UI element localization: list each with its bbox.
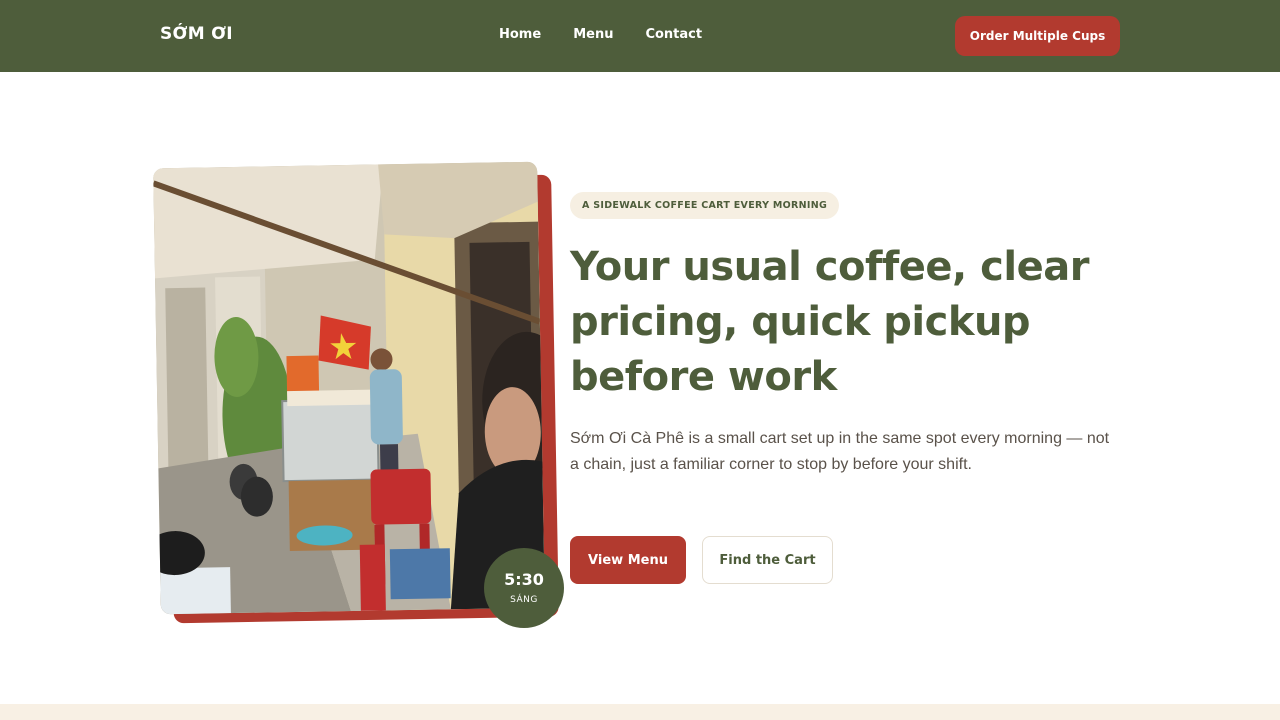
badge-time: 5:30 xyxy=(504,570,544,589)
street-cart-photo-illustration xyxy=(153,161,545,615)
hero-description: Sớm Ơi Cà Phê is a small cart set up in … xyxy=(570,430,1110,473)
view-menu-button[interactable]: View Menu xyxy=(570,536,686,584)
nav-link-contact[interactable]: Contact xyxy=(645,27,702,42)
nav-link-menu[interactable]: Menu xyxy=(573,27,613,42)
order-multiple-cups-button[interactable]: Order Multiple Cups xyxy=(955,16,1120,56)
hero-eyebrow-badge: A SIDEWALK COFFEE CART EVERY MORNING xyxy=(570,192,840,219)
find-the-cart-button[interactable]: Find the Cart xyxy=(702,536,833,584)
opening-time-badge: 5:30 SÁNG xyxy=(484,548,564,628)
hero-photo-block: 5:30 SÁNG xyxy=(153,161,565,633)
top-navbar: SỚM ƠI Home Menu Contact Order Multiple … xyxy=(0,0,1280,72)
nav-links: Home Menu Contact xyxy=(499,27,702,42)
badge-label: SÁNG xyxy=(510,595,538,605)
brand-logo[interactable]: SỚM ƠI xyxy=(160,24,233,44)
next-section-band xyxy=(0,704,1280,720)
nav-link-home[interactable]: Home xyxy=(499,27,541,42)
hero-photo xyxy=(153,161,545,615)
hero-headline: Your usual coffee, clear pricing, quick … xyxy=(570,244,1089,400)
